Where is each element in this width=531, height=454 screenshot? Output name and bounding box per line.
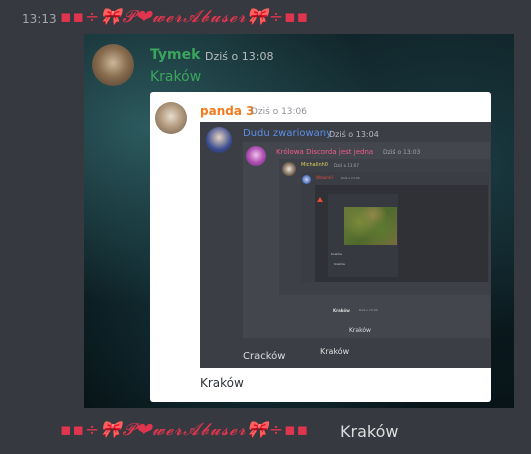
nested-screenshot-4: Wraunh? Dziś o 13:00 Kraków Kraków [301, 172, 489, 282]
tymek-time: Dziś o 13:08 [205, 50, 274, 63]
krolowa-avatar [246, 146, 266, 166]
nested-kraków-bold: Kraków [333, 308, 350, 313]
krolowa-username: Królowa Discorda jest jedna [276, 148, 374, 156]
wraunh-avatar [302, 175, 311, 184]
panda-time: Dziś o 13:06 [251, 107, 308, 117]
nested-kraków-4: Kraków [320, 347, 350, 356]
dudu-time: Dziś o 13:04 [329, 130, 379, 139]
michal-username: Michalinh0 [301, 162, 328, 168]
michal-time: Dziś o 13:07 [334, 163, 359, 168]
wraunh-username: Wraunh? [316, 175, 334, 180]
panda-message: Kraków [200, 376, 244, 390]
map-image [344, 207, 397, 245]
dudu-avatar [206, 127, 232, 153]
sender-display-name[interactable]: ▪▪÷🎀𝓟❤𝔀𝓮𝓻𝓐𝓫𝓾𝓼𝓮𝓻🎀÷▪▪ [60, 7, 309, 27]
reply-message: Kraków [340, 422, 399, 441]
cracow-message: Cracków [243, 351, 286, 362]
panda-avatar [155, 102, 187, 134]
nested-kraków-5: Kraków [349, 327, 371, 334]
warning-icon [317, 197, 323, 202]
nested-screenshot-2: Królowa Discorda jest jedna Dziś o 13:03… [243, 142, 490, 356]
tiny-text: Kraków [331, 252, 342, 256]
nested-screenshot-1: Dudu zwariowany Dziś o 13:04 Królowa Dis… [200, 122, 491, 368]
krolowa-time: Dziś o 13:03 [383, 149, 421, 156]
wraunh-time: Dziś o 13:00 [341, 176, 360, 180]
nested-screenshot-6: Kraków Kraków [328, 194, 398, 277]
image-attachment[interactable]: Tymek Dziś o 13:08 Kraków panda 3 Dziś o… [84, 34, 514, 408]
reply-display-name[interactable]: ▪▪÷🎀𝓟❤𝔀𝓮𝓻𝓐𝓫𝓾𝓼𝓮𝓻🎀÷▪▪ [60, 420, 309, 440]
tiny-text: Kraków [334, 262, 345, 266]
tymek-avatar[interactable] [92, 44, 134, 86]
tymek-message: Kraków [150, 69, 202, 85]
dudu-username: Dudu zwariowany [243, 128, 333, 139]
quoted-screenshot: panda 3 Dziś o 13:06 Dudu zwariowany Dzi… [150, 92, 491, 402]
nested-screenshot-3: Michalinh0 Dziś o 13:07 Wraunh? Dziś o 1… [279, 159, 490, 334]
michal-avatar [282, 162, 296, 176]
panda-username: panda 3 [200, 104, 255, 118]
nested-screenshot-5: Kraków Kraków [315, 185, 488, 282]
tymek-username[interactable]: Tymek [150, 47, 200, 63]
nested-kraków-time: Dziś o 13:00 [359, 308, 378, 312]
message-timestamp: 13:13 [22, 12, 57, 26]
